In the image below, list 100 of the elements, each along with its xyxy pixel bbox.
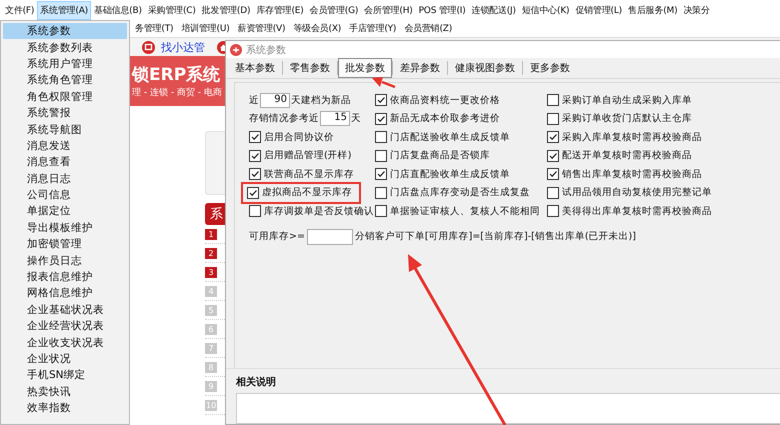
checkbox-label: 采购订单收货门店默认主仓库 bbox=[562, 112, 692, 126]
menu-item[interactable]: 务管理(T) bbox=[132, 19, 176, 38]
checkbox[interactable] bbox=[249, 150, 261, 162]
menu-item[interactable]: 手店管理(Y) bbox=[346, 19, 400, 38]
menu-item[interactable]: 系统角色管理 bbox=[3, 72, 127, 89]
checkbox[interactable] bbox=[375, 94, 387, 106]
checkbox[interactable] bbox=[547, 186, 559, 199]
menu-item[interactable]: 网格信息维护 bbox=[3, 285, 127, 302]
menu-item[interactable]: 系统用户管理 bbox=[3, 56, 127, 72]
menu-item[interactable]: 企业收支状况表 bbox=[3, 334, 127, 351]
checkbox[interactable] bbox=[375, 186, 387, 199]
checkbox-label: 配送开单复核时需再校验商品 bbox=[562, 149, 692, 162]
menu-item[interactable]: 手机SN绑定 bbox=[3, 367, 127, 384]
menu-item[interactable]: 基础信息(B) bbox=[90, 0, 145, 20]
menu-item[interactable]: 系统导航图 bbox=[3, 121, 127, 138]
field-label: 天建档为新品 bbox=[291, 94, 351, 107]
checkbox-label: 门店复盘商品是否锁库 bbox=[390, 149, 490, 162]
menu-item[interactable]: 企业基础状况表 bbox=[3, 302, 127, 318]
monitor-icon[interactable] bbox=[142, 40, 155, 54]
menu-item[interactable]: 等级会员(X) bbox=[290, 19, 344, 38]
input-field[interactable] bbox=[306, 228, 353, 244]
checkbox[interactable] bbox=[247, 186, 259, 199]
menu-item[interactable]: 批发管理(D) bbox=[198, 0, 254, 20]
menu-item[interactable]: 培训管理(U) bbox=[178, 19, 233, 38]
menu-item[interactable]: 文件(F) bbox=[2, 0, 38, 20]
menu-item[interactable]: 加密锁管理 bbox=[3, 236, 127, 252]
checkbox-label: 销售出库单复核时需再校验商品 bbox=[562, 168, 702, 181]
toolbar-button[interactable]: 找小达管 bbox=[161, 40, 205, 54]
menu-item[interactable]: 消息查看 bbox=[3, 154, 127, 171]
menu-item[interactable]: 单据定位 bbox=[3, 203, 127, 220]
number-field[interactable]: 15 bbox=[320, 111, 350, 126]
menu-item[interactable]: 效率指数 bbox=[3, 400, 127, 416]
field-label: 存销情况参考近 bbox=[249, 112, 319, 126]
checkbox[interactable] bbox=[375, 131, 387, 144]
field-label: 可用库存>= bbox=[249, 230, 305, 243]
checkbox-label: 联营商品不显示库存 bbox=[264, 168, 354, 181]
menu-item[interactable]: 热卖快讯 bbox=[3, 384, 127, 400]
tab[interactable]: 差异参数 bbox=[393, 58, 447, 78]
menu-item[interactable]: 连锁配送(J) bbox=[468, 0, 519, 20]
menu-item[interactable]: 系统参数 bbox=[3, 23, 127, 40]
banner-subtitle: 理 - 连锁 - 商贸 - 电商 bbox=[132, 86, 223, 99]
menu-item[interactable]: 角色权限管理 bbox=[3, 88, 127, 105]
checkbox[interactable] bbox=[547, 150, 559, 162]
menu-item[interactable]: 促销管理(L) bbox=[572, 0, 625, 20]
checkbox[interactable] bbox=[375, 205, 387, 218]
banner-title: 锁ERP系统 bbox=[132, 64, 222, 86]
checkbox-label: 依商品资料统一更改价格 bbox=[390, 94, 500, 107]
field-label: 天 bbox=[351, 112, 361, 126]
checkbox[interactable] bbox=[249, 168, 261, 180]
tab-button[interactable]: 系 bbox=[205, 203, 225, 225]
checkbox[interactable] bbox=[547, 94, 559, 106]
menu-item[interactable]: 会员营销(Z) bbox=[401, 19, 456, 38]
menu-item[interactable]: 公司信息 bbox=[3, 186, 127, 204]
menu-item[interactable]: 报表信息维护 bbox=[3, 268, 127, 286]
menu-item[interactable]: 决策分 bbox=[680, 0, 713, 20]
field-label: 近 bbox=[249, 94, 259, 107]
menu-item[interactable]: 系统管理(A) bbox=[37, 0, 91, 20]
checkbox-label: 门店直配验收单生成反馈单 bbox=[390, 168, 510, 181]
tab[interactable]: 健康视图参数 bbox=[448, 58, 522, 78]
tab[interactable]: 更多参数 bbox=[523, 58, 577, 78]
checkbox[interactable] bbox=[375, 150, 387, 162]
menu-item[interactable]: 会所管理(H) bbox=[361, 0, 416, 20]
annotation-arrow bbox=[372, 77, 396, 88]
menu-item[interactable]: 库存管理(E) bbox=[253, 0, 307, 20]
checkbox[interactable] bbox=[547, 168, 559, 180]
checkbox-label: 库存调拨单是否反馈确认 bbox=[264, 204, 374, 218]
checkbox-label: 启用合同协议价 bbox=[264, 130, 334, 144]
menu-item[interactable]: 系统警报 bbox=[3, 104, 127, 122]
tab[interactable]: 基本参数 bbox=[228, 58, 282, 78]
checkbox[interactable] bbox=[547, 131, 559, 144]
checkbox-label: 门店配送验收单生成反馈单 bbox=[390, 130, 510, 144]
app-icon bbox=[230, 44, 242, 56]
tab[interactable]: 零售参数 bbox=[283, 58, 337, 78]
menu-item[interactable]: 操作员日志 bbox=[3, 252, 127, 269]
menu-item[interactable]: 会员管理(G) bbox=[306, 0, 362, 20]
menu-item[interactable]: 系统参数列表 bbox=[3, 39, 127, 56]
menu-item[interactable]: POS 管理(I) bbox=[416, 0, 469, 20]
checkbox-label: 美得得出库单复核时需再校验商品 bbox=[562, 204, 712, 218]
checkbox-label: 单据验证审核人、复核人不能相同 bbox=[390, 204, 540, 218]
number-badge: 3 bbox=[205, 266, 217, 278]
menu-item[interactable]: 售后服务(M) bbox=[625, 0, 680, 20]
checkbox[interactable] bbox=[249, 205, 261, 218]
formula-text: 分销客户可下单[可用库存]=[当前库存]-[销售出库单(已开未出)] bbox=[354, 230, 636, 243]
menu-item[interactable]: 采购管理(C) bbox=[144, 0, 199, 20]
menu-item[interactable]: 企业状况 bbox=[3, 350, 127, 368]
menu-item[interactable]: 企业经营状况表 bbox=[3, 318, 127, 334]
checkbox[interactable] bbox=[547, 205, 559, 218]
checkbox-label: 采购入库单复核时需再校验商品 bbox=[562, 130, 702, 144]
menu-item[interactable]: 消息日志 bbox=[3, 170, 127, 187]
checkbox[interactable] bbox=[249, 131, 261, 144]
checkbox[interactable] bbox=[547, 112, 559, 125]
checkbox[interactable] bbox=[375, 168, 387, 180]
tab[interactable]: 批发参数 bbox=[338, 58, 392, 78]
menu-item[interactable]: 导出模板维护 bbox=[3, 220, 127, 236]
checkbox[interactable] bbox=[375, 112, 387, 125]
number-field[interactable]: 90 bbox=[260, 92, 290, 108]
menu-item[interactable]: 短信中心(K) bbox=[518, 0, 572, 20]
checkbox-label: 门店盘点库存变动是否生成复盘 bbox=[390, 186, 530, 200]
menu-item[interactable]: 薪资管理(V) bbox=[234, 19, 288, 38]
menu-item[interactable]: 消息发送 bbox=[3, 138, 127, 154]
